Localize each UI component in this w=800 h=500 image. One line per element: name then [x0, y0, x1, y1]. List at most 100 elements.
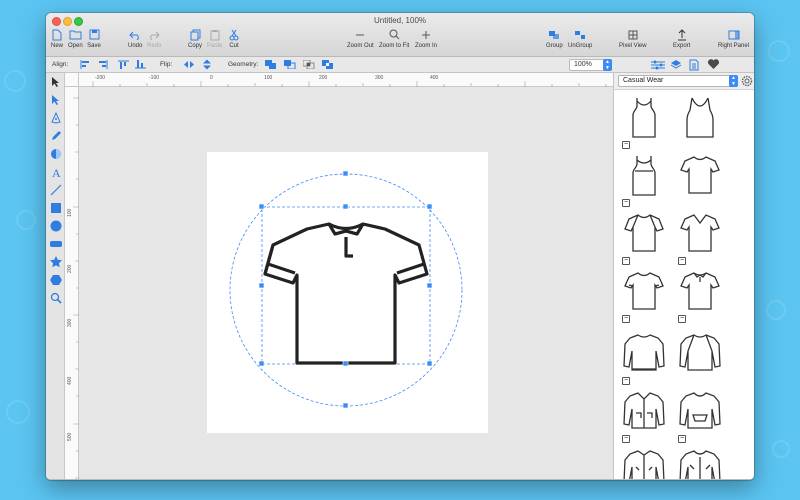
- document-icon[interactable]: [688, 59, 700, 70]
- align-top-icon[interactable]: [117, 59, 129, 70]
- wallpaper-blob: [766, 300, 786, 320]
- shape-item[interactable]: [678, 331, 722, 385]
- shape-item[interactable]: [622, 447, 666, 480]
- ruler-corner: [65, 73, 79, 87]
- zoom-level-value: 100%: [574, 61, 592, 68]
- text-tool-icon[interactable]: A: [49, 165, 63, 179]
- zoom-in-button[interactable]: Zoom In: [415, 28, 437, 49]
- cut-button[interactable]: Cut: [227, 28, 241, 49]
- shape-item[interactable]: [678, 153, 722, 207]
- remove-shape-button[interactable]: −: [678, 257, 686, 265]
- arrow-select-icon[interactable]: [49, 75, 63, 89]
- remove-shape-button[interactable]: −: [622, 435, 630, 443]
- zoom-tool-icon[interactable]: [49, 291, 63, 305]
- category-select[interactable]: Casual Wear ▲ ▼: [618, 75, 738, 87]
- right-panel-button[interactable]: Right Panel: [718, 28, 749, 49]
- ruler-top-label: 0: [210, 75, 213, 81]
- shape-item[interactable]: [678, 95, 722, 149]
- horizontal-ruler[interactable]: -200 -100 0 100 200 300 400: [79, 73, 613, 87]
- layers-icon[interactable]: [670, 59, 682, 70]
- gradient-icon[interactable]: [49, 147, 63, 161]
- chevron-updown-icon: ▲ ▼: [729, 75, 738, 87]
- group-button[interactable]: Group: [546, 28, 563, 49]
- shape-item[interactable]: −: [622, 211, 666, 265]
- remove-shape-button[interactable]: −: [622, 257, 630, 265]
- undo-button[interactable]: Undo: [128, 28, 142, 49]
- ellipse-tool-icon[interactable]: [49, 219, 63, 233]
- save-icon: [87, 28, 101, 41]
- direct-select-icon[interactable]: [49, 93, 63, 107]
- ungroup-label: UnGroup: [568, 43, 593, 49]
- align-right-icon[interactable]: [96, 59, 108, 70]
- ungroup-button[interactable]: UnGroup: [568, 28, 592, 49]
- resize-handle-n: [342, 203, 349, 210]
- sliders-icon[interactable]: [650, 59, 666, 70]
- shape-item[interactable]: −: [622, 389, 666, 443]
- flip-horizontal-icon[interactable]: [183, 59, 195, 70]
- gear-icon[interactable]: [741, 75, 753, 87]
- save-label: Save: [87, 43, 101, 49]
- remove-shape-button[interactable]: −: [678, 435, 686, 443]
- zoom-to-fit-button[interactable]: Zoom to Fit: [379, 28, 409, 49]
- align-left-icon[interactable]: [79, 59, 91, 70]
- rotate-handle-bottom: [342, 402, 349, 409]
- resize-handle-s: [342, 360, 349, 367]
- remove-shape-button[interactable]: −: [622, 377, 630, 385]
- t-shirt-crew-icon: [680, 156, 720, 194]
- pencil-icon[interactable]: [49, 129, 63, 143]
- panel-scrollbar[interactable]: [749, 91, 754, 480]
- chevron-updown-icon: ▲ ▼: [603, 59, 612, 71]
- ruler-left-label: 200: [67, 264, 73, 273]
- new-document-icon: [50, 28, 64, 41]
- export-button[interactable]: Export: [673, 28, 690, 49]
- pen-tool-icon[interactable]: [49, 111, 63, 125]
- align-bottom-icon[interactable]: [134, 59, 146, 70]
- flip-vertical-icon[interactable]: [201, 59, 213, 70]
- racerback-tank-icon: [632, 156, 656, 196]
- shape-item[interactable]: [678, 447, 722, 480]
- remove-shape-button[interactable]: −: [622, 315, 630, 323]
- sweatshirt-icon: [623, 334, 665, 371]
- paste-icon: [208, 28, 222, 41]
- selection-handles: [258, 170, 433, 409]
- open-button[interactable]: Open: [68, 28, 83, 49]
- copy-button[interactable]: Copy: [188, 28, 202, 49]
- new-label: New: [50, 43, 63, 49]
- pixel-view-button[interactable]: Pixel View: [619, 28, 647, 49]
- paste-button[interactable]: Paste: [207, 28, 222, 49]
- union-icon[interactable]: [265, 59, 277, 70]
- resize-handle-w: [258, 282, 265, 289]
- ruler-left-label: 300: [67, 318, 73, 327]
- drawing-canvas[interactable]: [79, 87, 613, 480]
- heart-icon[interactable]: [707, 59, 719, 70]
- line-tool-icon[interactable]: [49, 183, 63, 197]
- shape-item[interactable]: −: [678, 211, 722, 265]
- vertical-ruler[interactable]: 100 200 300 400 500: [65, 87, 79, 480]
- ruler-left-label: 100: [67, 208, 73, 217]
- save-button[interactable]: Save: [87, 28, 101, 49]
- ruler-top-label: 100: [264, 75, 273, 81]
- intersect-icon[interactable]: [303, 59, 315, 70]
- rounded-rect-tool-icon[interactable]: [49, 237, 63, 251]
- exclude-icon[interactable]: [322, 59, 334, 70]
- remove-shape-button[interactable]: −: [622, 199, 630, 207]
- wallpaper-blob: [772, 440, 790, 458]
- ruler-top-label: -100: [149, 75, 160, 81]
- new-button[interactable]: New: [50, 28, 64, 49]
- star-tool-icon[interactable]: [49, 255, 63, 269]
- shape-item[interactable]: −: [622, 331, 666, 385]
- shape-item[interactable]: −: [622, 269, 666, 323]
- remove-shape-button[interactable]: −: [622, 141, 630, 149]
- shape-item[interactable]: −: [678, 269, 722, 323]
- zoom-to-fit-label: Zoom to Fit: [379, 43, 410, 49]
- remove-shape-button[interactable]: −: [678, 315, 686, 323]
- redo-button[interactable]: Redo: [147, 28, 161, 49]
- rectangle-tool-icon[interactable]: [49, 201, 63, 215]
- subtract-icon[interactable]: [284, 59, 296, 70]
- shape-item[interactable]: −: [622, 95, 666, 149]
- zoom-level-select[interactable]: 100% ▲ ▼: [569, 59, 612, 71]
- shape-item[interactable]: −: [678, 389, 722, 443]
- polygon-tool-icon[interactable]: [49, 273, 63, 287]
- zoom-out-button[interactable]: Zoom Out: [347, 28, 374, 49]
- shape-item[interactable]: −: [622, 153, 666, 207]
